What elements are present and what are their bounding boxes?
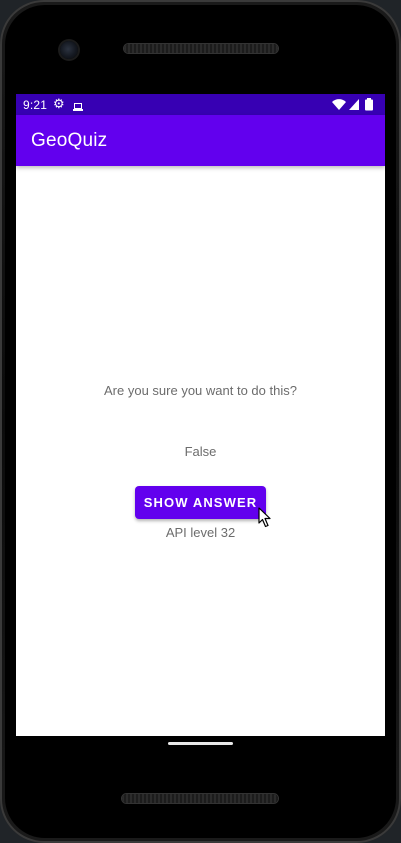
answer-text: False: [184, 444, 217, 459]
home-pill-icon[interactable]: [168, 742, 233, 745]
wifi-icon: [332, 99, 346, 110]
earpiece-speaker: [124, 44, 278, 53]
status-icons: [331, 98, 375, 111]
battery-icon: [365, 98, 373, 111]
phone-frame: 9:21 ⚙ GeoQuiz Are you sure you want to …: [0, 0, 401, 843]
gear-icon: ⚙: [53, 96, 65, 111]
bottom-speaker: [122, 794, 278, 803]
app-bar: GeoQuiz: [16, 115, 385, 166]
api-level-text: API level 32: [165, 525, 236, 540]
mouse-pointer-icon: [258, 507, 271, 528]
app-title: GeoQuiz: [31, 130, 108, 151]
show-answer-button[interactable]: SHOW ANSWER: [135, 486, 266, 519]
navigation-bar: [16, 736, 385, 756]
cell-signal-icon: [349, 99, 359, 110]
device-icon: [73, 100, 83, 114]
status-bar: 9:21 ⚙: [16, 94, 385, 115]
status-time: 9:21: [23, 98, 48, 112]
app-screen: 9:21 ⚙ GeoQuiz Are you sure you want to …: [16, 94, 385, 736]
confirmation-question: Are you sure you want to do this?: [104, 383, 297, 398]
front-camera-icon: [60, 41, 78, 59]
